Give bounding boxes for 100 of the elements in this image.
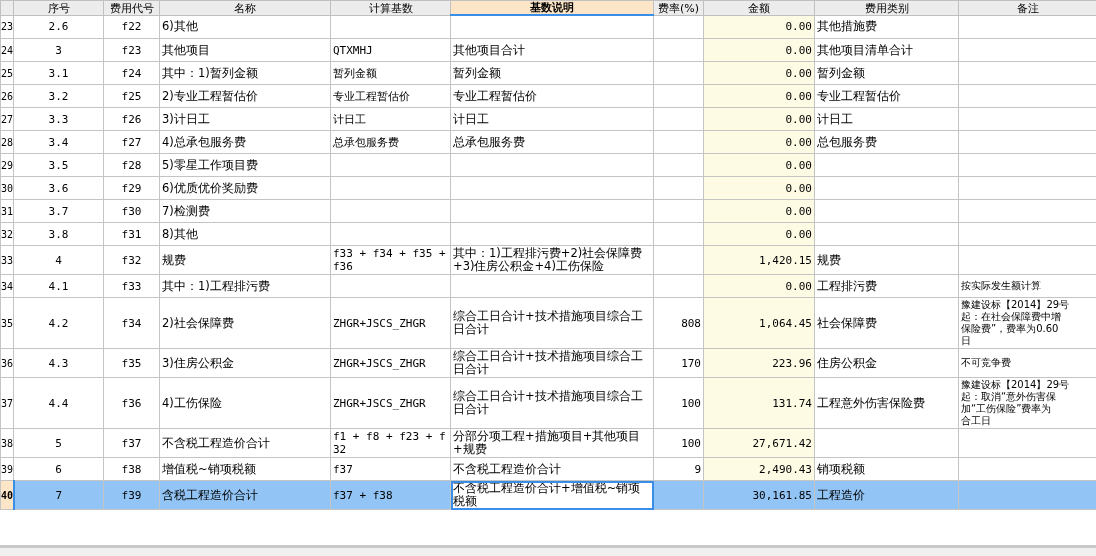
row-number-cell[interactable]: 27 xyxy=(0,107,14,131)
row-number-cell[interactable]: 29 xyxy=(0,153,14,177)
column-header[interactable]: 计算基数 xyxy=(330,0,451,15)
note-line: 按实际发生额计算 xyxy=(961,280,1042,292)
table-cell: f38 xyxy=(103,457,160,481)
table-row[interactable]: 31 3.7 f30 7)检测费 0.00 xyxy=(0,199,1096,223)
table-cell: 0.00 xyxy=(703,61,815,85)
table-row[interactable]: 29 3.5 f28 5)零星工作项目费 0.00 xyxy=(0,153,1096,177)
table-cell: 2.6 xyxy=(13,15,104,39)
table-cell xyxy=(653,153,704,177)
table-row[interactable]: 26 3.2 f25 2)专业工程暂估价 专业工程暂估价 专业工程暂估价 0.00 专业工程暂估价 xyxy=(0,84,1096,108)
table-cell: 销项税额 xyxy=(814,457,959,481)
table-cell: 4.1 xyxy=(13,274,104,298)
table-row[interactable]: 37 4.4 f36 4)工伤保险 ZHGR+JSCS_ZHGR 综合工日合计+技术措施项目综合工日合计 100 131.74 工程意外伤害保险费 豫建设标【2014】29号 起：取消“意外伤害保 加“工伤保险”费率为 合工日 xyxy=(0,377,1096,429)
table-row[interactable]: 27 3.3 f26 3)计日工 计日工 计日工 0.00 计日工 xyxy=(0,107,1096,131)
table-cell: 4.4 xyxy=(13,377,104,429)
table-cell: 0.00 xyxy=(703,84,815,108)
column-header[interactable]: 费用类别 xyxy=(814,0,959,15)
row-number-cell[interactable]: 28 xyxy=(0,130,14,154)
table-cell: 3.5 xyxy=(13,153,104,177)
table-cell: 分部分项工程+措施项目+其他项目+规费 xyxy=(450,428,654,458)
table-cell: f27 xyxy=(103,130,160,154)
row-number-cell[interactable]: 24 xyxy=(0,38,14,62)
column-header[interactable]: 费率(%) xyxy=(653,0,704,15)
table-row[interactable]: 36 4.3 f35 3)住房公积金 ZHGR+JSCS_ZHGR 综合工日合计+技术措施项目综合工日合计 170 223.96 住房公积金 不可竞争费 xyxy=(0,348,1096,378)
table-cell: f1 + f8 + f23 + f32 xyxy=(330,428,451,458)
row-number-cell[interactable]: 38 xyxy=(0,428,14,458)
table-cell: 0.00 xyxy=(703,130,815,154)
row-number-cell[interactable]: 35 xyxy=(0,297,14,349)
table-cell xyxy=(653,222,704,246)
table-cell: 暂列金额 xyxy=(814,61,959,85)
table-cell: 1,420.15 xyxy=(703,245,815,275)
row-number-cell[interactable]: 26 xyxy=(0,84,14,108)
table-cell: 3)住房公积金 xyxy=(159,348,331,378)
table-cell: 其中：1)暂列金额 xyxy=(159,61,331,85)
table-row[interactable]: 33 4 f32 规费 f33 + f34 + f35 + f36 其中：1)工程排污费+2)社会保障费+3)住房公积金+4)工伤保险 1,420.15 规费 xyxy=(0,245,1096,275)
table-cell: 其他项目合计 xyxy=(450,38,654,62)
table-cell xyxy=(653,130,704,154)
table-cell: 专业工程暂估价 xyxy=(814,84,959,108)
table-cell: f37 xyxy=(103,428,160,458)
table-row[interactable]: 39 6 f38 增值税~销项税额 f37 不含税工程造价合计 9 2,490.43 销项税额 xyxy=(0,457,1096,481)
row-number-cell[interactable]: 30 xyxy=(0,176,14,200)
table-cell: 4 xyxy=(13,245,104,275)
row-number-cell[interactable]: 40 xyxy=(0,480,14,510)
table-row[interactable]: 28 3.4 f27 4)总承包服务费 总承包服务费 总承包服务费 0.00 总包服务费 xyxy=(0,130,1096,154)
table-cell: 7)检测费 xyxy=(159,199,331,223)
table-cell: 其他项目清单合计 xyxy=(814,38,959,62)
table-cell: 暂列金额 xyxy=(450,61,654,85)
table-cell: 0.00 xyxy=(703,15,815,39)
column-header[interactable]: 金额 xyxy=(703,0,815,15)
table-cell: 3.2 xyxy=(13,84,104,108)
row-number-cell[interactable]: 31 xyxy=(0,199,14,223)
table-cell: f25 xyxy=(103,84,160,108)
row-number-cell[interactable]: 25 xyxy=(0,61,14,85)
table-row[interactable]: 24 3 f23 其他项目 QTXMHJ 其他项目合计 0.00 其他项目清单合计 xyxy=(0,38,1096,62)
column-header[interactable]: 基数说明 xyxy=(450,0,654,15)
row-number-cell[interactable]: 34 xyxy=(0,274,14,298)
table-cell: 含税工程造价合计 xyxy=(159,480,331,510)
table-cell: f32 xyxy=(103,245,160,275)
table-row[interactable]: 25 3.1 f24 其中：1)暂列金额 暂列金额 暂列金额 0.00 暂列金额 xyxy=(0,61,1096,85)
table-cell: 4)总承包服务费 xyxy=(159,130,331,154)
table-cell: 专业工程暂估价 xyxy=(450,84,654,108)
table-row[interactable]: 40 7 f39 含税工程造价合计 f37 + f38 不含税工程造价合计+增值税~销项税额 30,161.85 工程造价 xyxy=(0,480,1096,510)
column-header[interactable]: 序号 xyxy=(13,0,104,15)
table-cell: f28 xyxy=(103,153,160,177)
table-row[interactable]: 30 3.6 f29 6)优质优价奖励费 0.00 xyxy=(0,176,1096,200)
table-row[interactable]: 35 4.2 f34 2)社会保障费 ZHGR+JSCS_ZHGR 综合工日合计+技术措施项目综合工日合计 808 1,064.45 社会保障费 豫建设标【2014】29号 起：在社会保障费中增 保险费”，费率为0.60 日 xyxy=(0,297,1096,349)
table-cell: 工程造价 xyxy=(814,480,959,510)
table-cell: 3.1 xyxy=(13,61,104,85)
note-line: 豫建设标【2014】29号 xyxy=(961,299,1071,311)
row-number-cell[interactable]: 32 xyxy=(0,222,14,246)
table-row[interactable]: 23 2.6 f22 6)其他 0.00 其他措施费 xyxy=(0,15,1096,39)
table-cell: 0.00 xyxy=(703,38,815,62)
column-header[interactable]: 名称 xyxy=(159,0,331,15)
column-header[interactable]: 费用代号 xyxy=(103,0,160,15)
edit-field[interactable]: 不含税工程造价合计+增值税~销项税额 xyxy=(450,480,654,510)
row-number-cell[interactable]: 36 xyxy=(0,348,14,378)
row-number-cell[interactable]: 39 xyxy=(0,457,14,481)
table-cell: 综合工日合计+技术措施项目综合工日合计 xyxy=(450,348,654,378)
note-line: 起：取消“意外伤害保 xyxy=(961,391,1058,403)
table-cell: 808 xyxy=(653,297,704,349)
table-cell: 100 xyxy=(653,377,704,429)
row-number-cell[interactable]: 33 xyxy=(0,245,14,275)
row-number-cell[interactable]: 37 xyxy=(0,377,14,429)
table-cell xyxy=(653,84,704,108)
table-cell xyxy=(653,274,704,298)
table-cell: 7 xyxy=(13,480,104,510)
table-cell: 总包服务费 xyxy=(814,130,959,154)
table-row[interactable]: 32 3.8 f31 8)其他 0.00 xyxy=(0,222,1096,246)
column-header[interactable]: 备注 xyxy=(958,0,1096,15)
table-cell: 9 xyxy=(653,457,704,481)
table-cell: ZHGR+JSCS_ZHGR xyxy=(330,297,451,349)
table-cell: 计日工 xyxy=(814,107,959,131)
note-line: 日 xyxy=(961,335,972,347)
table-row[interactable]: 38 5 f37 不含税工程造价合计 f1 + f8 + f23 + f32 分部分项工程+措施项目+其他项目+规费 100 27,671.42 xyxy=(0,428,1096,458)
table-cell: 4.3 xyxy=(13,348,104,378)
table-row[interactable]: 34 4.1 f33 其中：1)工程排污费 0.00 工程排污费 按实际发生额计算 xyxy=(0,274,1096,298)
table-cell: f31 xyxy=(103,222,160,246)
row-number-cell[interactable]: 23 xyxy=(0,15,14,39)
table-cell: 规费 xyxy=(814,245,959,275)
